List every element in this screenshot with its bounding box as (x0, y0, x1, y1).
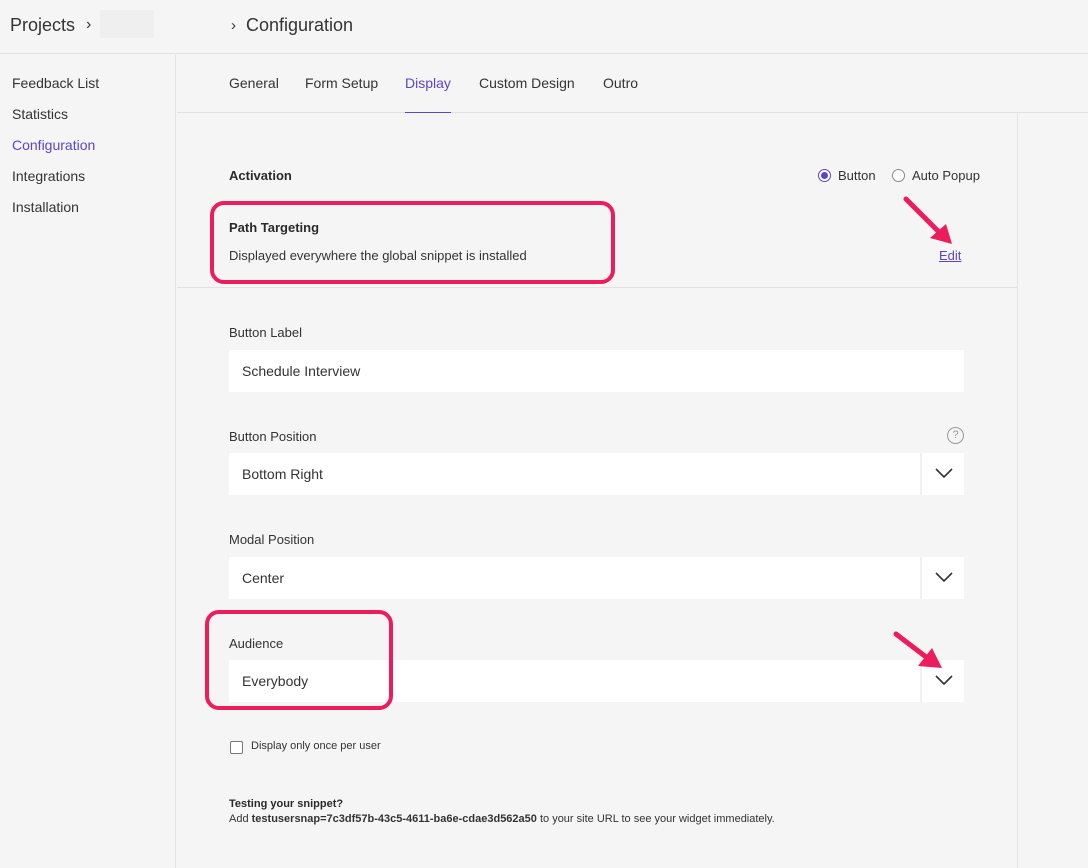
activation-label: Activation (229, 168, 292, 183)
button-position-title: Button Position (229, 429, 317, 444)
tab-form-setup[interactable]: Form Setup (305, 75, 378, 113)
section-divider (177, 287, 1017, 288)
highlight-audience (205, 610, 393, 710)
annotation-arrow-icon (903, 196, 952, 244)
tab-display[interactable]: Display (405, 75, 451, 113)
sidebar-item-feedback-list[interactable]: Feedback List (12, 75, 99, 91)
sidebar-item-integrations[interactable]: Integrations (12, 168, 85, 184)
button-label-input[interactable]: Schedule Interview (229, 350, 964, 392)
chevron-right-icon: › (86, 16, 92, 33)
display-once-checkbox[interactable] (230, 741, 243, 754)
main-content: General Form Setup Display Custom Design… (177, 55, 1088, 868)
chevron-right-icon: › (231, 17, 236, 34)
sidebar-item-statistics[interactable]: Statistics (12, 106, 68, 122)
tab-custom-design[interactable]: Custom Design (479, 75, 575, 113)
highlight-path-targeting (210, 201, 615, 284)
sidebar: Feedback List Statistics Configuration I… (0, 55, 176, 868)
breadcrumb-projects-link[interactable]: Projects (10, 15, 75, 36)
modal-position-select[interactable]: Center (229, 557, 964, 599)
project-name-redacted[interactable] (100, 10, 154, 38)
display-once-label[interactable]: Display only once per user (251, 740, 381, 752)
testing-suffix: to your site URL to see your widget imme… (536, 813, 775, 825)
activation-option-auto-popup-label[interactable]: Auto Popup (912, 168, 980, 183)
testing-prefix: Add (229, 813, 252, 825)
tab-bar: General Form Setup Display Custom Design… (177, 55, 1088, 113)
sidebar-item-installation[interactable]: Installation (12, 199, 79, 215)
button-position-select[interactable]: Bottom Right (229, 453, 964, 495)
chevron-down-icon[interactable] (920, 453, 964, 495)
page-title: Configuration (246, 15, 354, 35)
activation-option-button-label[interactable]: Button (838, 168, 876, 183)
testing-snippet-text: Add testusersnap=7c3df57b-43c5-4611-ba6e… (229, 813, 775, 825)
testing-snippet-title: Testing your snippet? (229, 798, 344, 810)
button-label-value: Schedule Interview (242, 363, 361, 379)
sidebar-item-configuration[interactable]: Configuration (12, 137, 95, 153)
button-label-title: Button Label (229, 325, 303, 340)
help-icon[interactable]: ? (947, 427, 964, 444)
path-targeting-edit-link[interactable]: Edit (939, 248, 961, 263)
top-bar: Projects › › Configuration (0, 0, 1088, 54)
modal-position-value: Center (242, 570, 285, 586)
chevron-down-icon[interactable] (920, 557, 964, 599)
tab-outro[interactable]: Outro (603, 75, 638, 113)
annotation-arrow-icon (893, 631, 942, 668)
testing-param: testusersnap=7c3df57b-43c5-4611-ba6e-cda… (251, 813, 537, 825)
tab-general[interactable]: General (229, 75, 279, 113)
activation-radio-button[interactable] (818, 169, 831, 182)
activation-radio-auto-popup[interactable] (892, 169, 905, 182)
content-divider (1017, 113, 1018, 868)
modal-position-title: Modal Position (229, 532, 315, 547)
button-position-value: Bottom Right (242, 466, 323, 482)
